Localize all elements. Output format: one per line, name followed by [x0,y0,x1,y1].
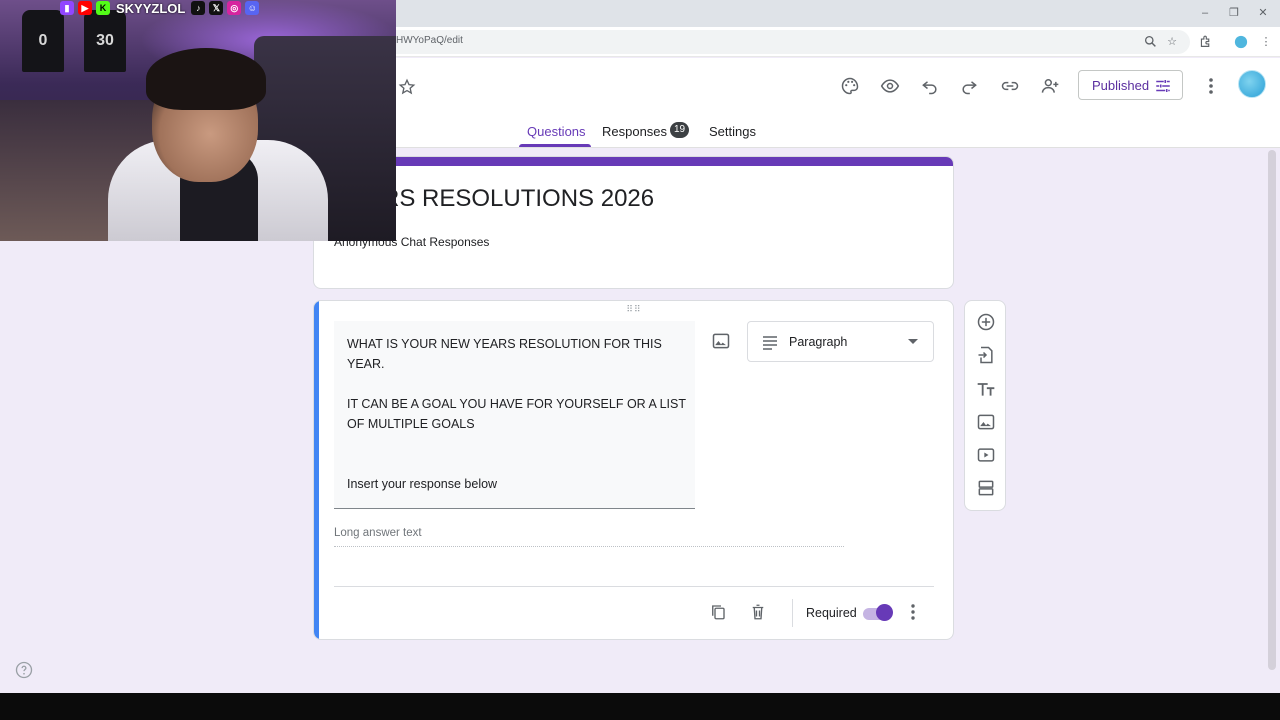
jersey-right: 30 [84,10,126,72]
social-strip: ▮ ▶ K SKYYZLOL ♪ 𝕏 ◎ ☺ [60,0,260,16]
paragraph-icon [763,336,777,350]
footer-separator [792,599,793,627]
duplicate-icon[interactable] [709,603,727,621]
add-question-icon[interactable] [976,312,996,332]
avatar[interactable] [1238,70,1266,98]
webcam-overlay: 0 30 ▮ ▶ K SKYYZLOL ♪ 𝕏 ◎ ☺ [0,0,396,241]
question-line: YEAR. [347,357,385,371]
twitch-icon: ▮ [60,1,74,15]
title-accent-bar [314,157,953,166]
question-line: Insert your response below [347,477,498,491]
webcam-person-hair [146,48,266,110]
tab-settings[interactable]: Settings [709,124,756,139]
youtube-icon: ▶ [78,1,92,15]
add-image-icon[interactable] [711,331,731,351]
question-line: WHAT IS YOUR NEW YEARS RESOLUTION FOR TH… [347,337,662,351]
responses-count-badge: 19 [670,122,689,138]
page-scrollbar[interactable] [1268,150,1276,670]
star-icon[interactable] [398,78,416,96]
minimize-icon[interactable]: – [1196,6,1214,20]
close-window-icon[interactable]: ✕ [1254,6,1272,20]
drag-handle-icon[interactable]: ⠿⠿ [626,305,642,314]
address-bar[interactable]: HWYoPaQ/edit [330,30,1190,54]
footer-divider [334,586,934,587]
tab-questions[interactable]: Questions [527,124,586,139]
tiktok-icon: ♪ [191,1,206,15]
question-line: OF MULTIPLE GOALS [347,417,475,431]
required-toggle-knob[interactable] [876,604,893,621]
add-section-icon[interactable] [976,478,996,498]
x-icon: 𝕏 [209,1,224,15]
streamer-handle: SKYYZLOL [116,0,186,16]
kick-icon: K [96,1,110,15]
floating-toolbar [964,300,1006,511]
add-collaborator-icon[interactable] [1039,75,1061,97]
import-questions-icon[interactable] [976,345,996,365]
zoom-icon[interactable] [1143,35,1157,49]
question-type-label: Paragraph [789,335,848,349]
instagram-icon: ◎ [227,1,242,15]
extensions-icon[interactable] [1198,35,1212,49]
question-card[interactable]: ⠿⠿ WHAT IS YOUR NEW YEARS RESOLUTION FOR… [313,300,954,640]
tab-responses[interactable]: Responses [602,124,667,139]
tune-icon [1156,80,1170,92]
more-options-icon[interactable] [1203,76,1219,96]
delete-icon[interactable] [749,603,767,621]
active-question-bar [314,301,319,639]
add-title-icon[interactable] [976,379,996,399]
question-more-icon[interactable] [905,603,921,621]
profile-icon[interactable] [1234,35,1248,49]
jersey-left: 0 [22,10,64,72]
bookmark-star-icon[interactable]: ☆ [1165,35,1179,49]
question-title-input[interactable]: WHAT IS YOUR NEW YEARS RESOLUTION FOR TH… [334,321,695,509]
palette-icon[interactable] [839,75,861,97]
undo-icon[interactable] [919,75,941,97]
published-label: Published [1092,77,1150,93]
long-answer-placeholder: Long answer text [334,527,844,547]
discord-icon: ☺ [245,1,260,15]
redo-icon[interactable] [958,75,980,97]
preview-eye-icon[interactable] [879,75,901,97]
required-label: Required [806,606,857,620]
bottom-bar [0,693,1280,720]
question-line: IT CAN BE A GOAL YOU HAVE FOR YOURSELF O… [347,397,686,411]
active-tab-indicator [519,144,591,147]
browser-menu-icon[interactable]: ⋮ [1259,35,1273,49]
published-button[interactable]: Published [1078,70,1183,100]
form-title-card[interactable]: YEARS RESOLUTIONS 2026 Anonymous Chat Re… [313,156,954,289]
address-url: HWYoPaQ/edit [396,35,463,46]
add-video-icon[interactable] [976,445,996,465]
help-icon[interactable] [15,661,33,679]
question-type-select[interactable]: Paragraph [747,321,934,362]
dropdown-arrow-icon [908,339,918,344]
restore-icon[interactable]: ❐ [1225,6,1243,20]
link-icon[interactable] [999,75,1021,97]
add-image-icon[interactable] [976,412,996,432]
